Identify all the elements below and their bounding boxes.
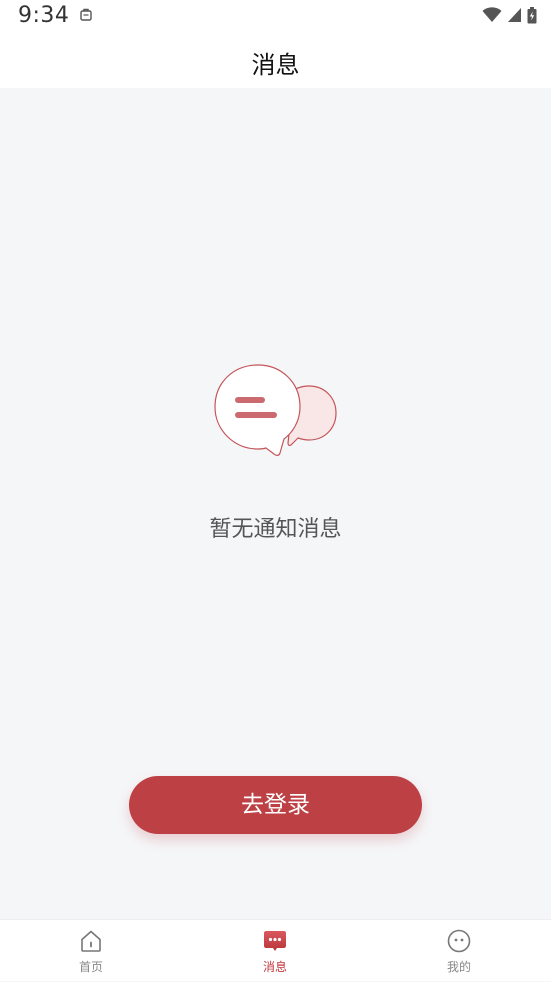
tab-mine-label: 我的: [446, 960, 471, 974]
profile-icon: [447, 929, 471, 953]
bottom-tab-bar: 首页 消息 我的: [0, 919, 551, 981]
status-time: 9:34: [18, 3, 70, 28]
status-indicators: [482, 6, 537, 24]
notification-icon: [80, 8, 92, 21]
chat-bubbles-icon: [214, 364, 337, 456]
title-bar: 消息: [0, 34, 551, 88]
tab-mine[interactable]: 我的: [399, 920, 519, 982]
message-icon: [264, 931, 286, 951]
tab-messages[interactable]: 消息: [215, 920, 335, 982]
main-content: 暂无通知消息 去登录: [0, 88, 551, 919]
tab-home[interactable]: 首页: [31, 920, 151, 982]
home-icon: [81, 930, 101, 952]
wifi-icon: [482, 7, 502, 22]
tab-home-label: 首页: [78, 960, 103, 974]
login-button[interactable]: 去登录: [129, 776, 422, 834]
tab-messages-label: 消息: [262, 960, 287, 974]
cellular-signal-icon: [508, 8, 521, 22]
page-title: 消息: [251, 51, 300, 79]
battery-icon: [527, 6, 537, 23]
status-bar: 9:34: [0, 0, 551, 34]
empty-state-message: 暂无通知消息: [209, 517, 342, 542]
